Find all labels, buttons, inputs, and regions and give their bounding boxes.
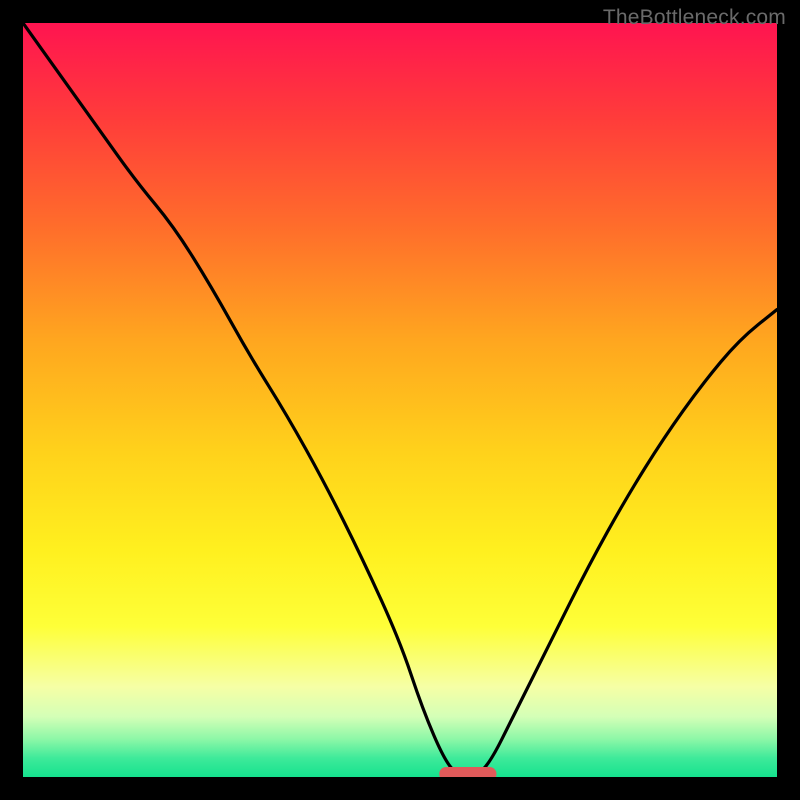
plot-svg (23, 23, 777, 777)
plot-area (23, 23, 777, 777)
watermark-text: TheBottleneck.com (603, 6, 786, 30)
optimal-zone-pill (439, 767, 496, 777)
chart-frame: TheBottleneck.com (0, 0, 800, 800)
bottleneck-curve (23, 23, 777, 777)
